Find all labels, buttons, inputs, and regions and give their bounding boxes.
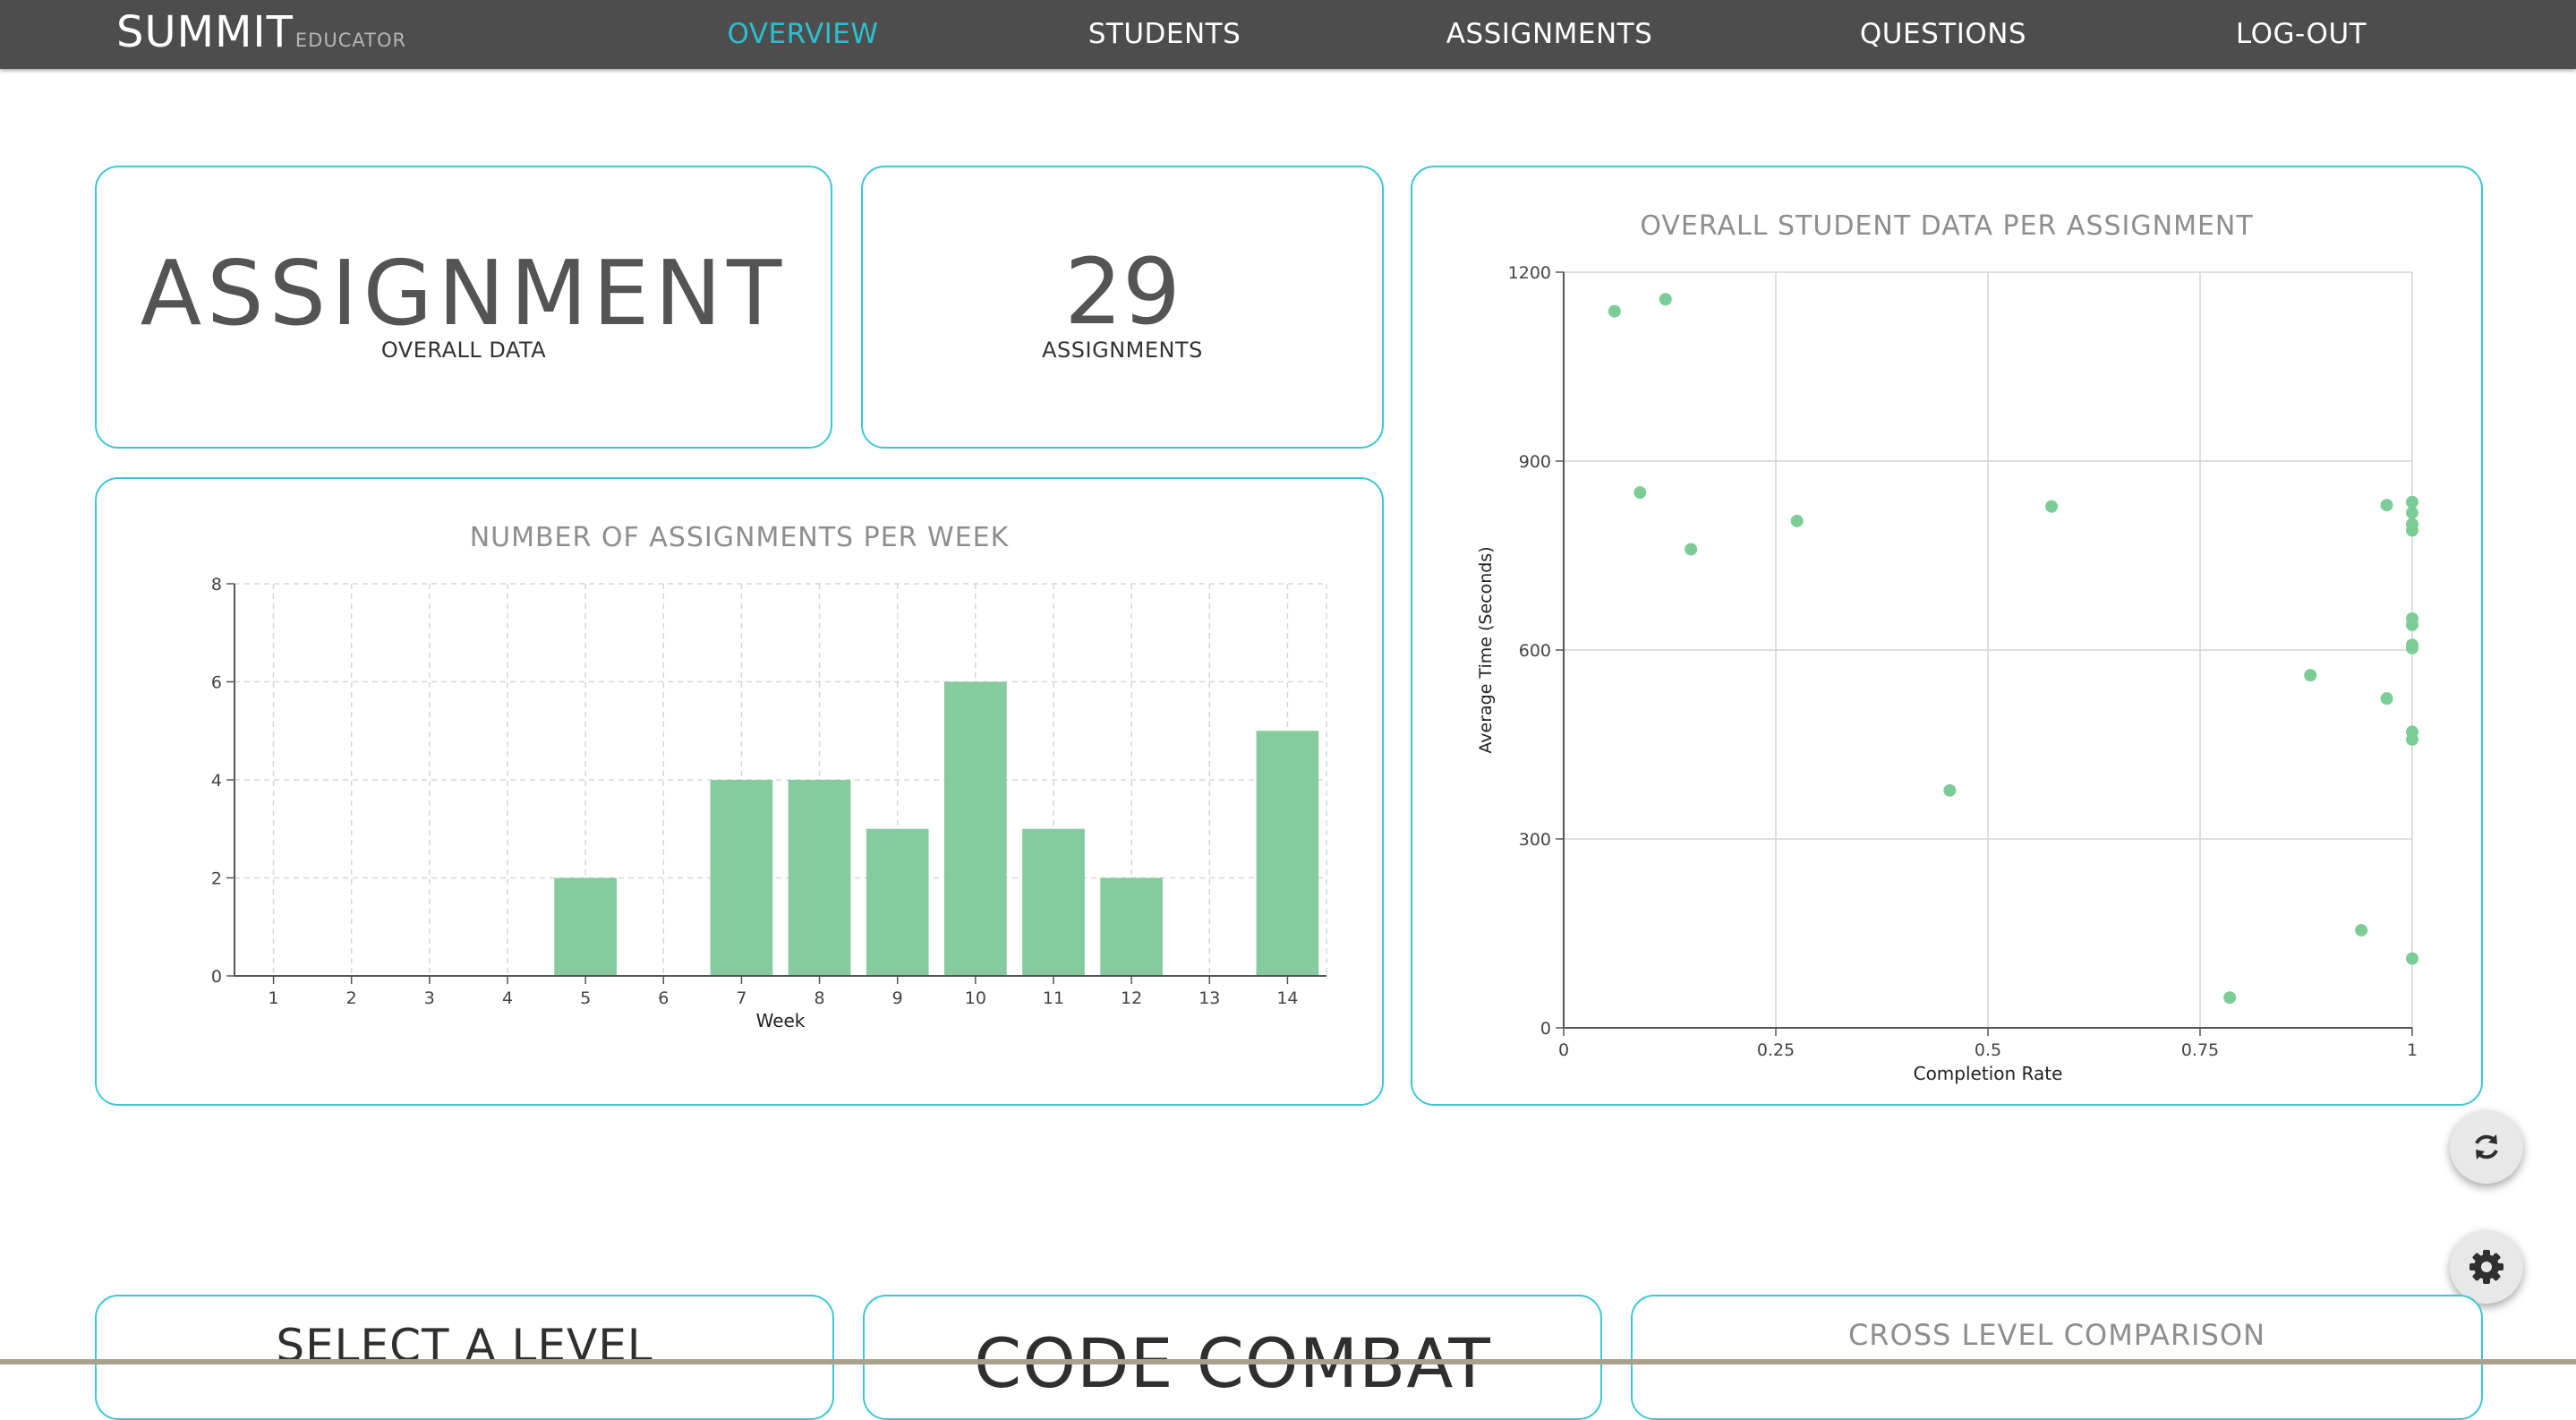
scatter-point <box>2406 506 2418 519</box>
scatter-point <box>1685 543 1698 556</box>
scatter-point <box>2380 692 2393 706</box>
bar-week-5 <box>554 877 617 976</box>
scatter-point <box>2406 952 2418 965</box>
nav-assignments[interactable]: ASSIGNMENTS <box>1446 18 1653 50</box>
bar-y-tick-label: 0 <box>211 967 222 987</box>
bar-week-14 <box>1256 731 1319 976</box>
scatter-x-tick-label: 1 <box>2407 1040 2418 1060</box>
scatter-x-tick-label: 0.75 <box>2181 1040 2219 1060</box>
scatter-point <box>2304 669 2317 682</box>
bar-x-tick-label: 8 <box>815 988 825 1008</box>
bar-week-10 <box>944 681 1007 976</box>
scatter-y-tick-label: 300 <box>1519 830 1551 850</box>
scatter-x-axis-label: Completion Rate <box>1914 1063 2063 1084</box>
scatter-point <box>2380 499 2393 512</box>
bar-x-tick-label: 12 <box>1121 988 1142 1008</box>
bar-x-tick-label: 11 <box>1043 988 1064 1008</box>
select-level-card: SELECT A LEVEL <box>95 1295 834 1420</box>
bar-week-12 <box>1100 877 1163 976</box>
bar-y-tick-label: 2 <box>211 869 222 889</box>
brand-subtitle: EDUCATOR <box>294 30 407 51</box>
scatter-y-tick-label: 900 <box>1519 452 1551 472</box>
bar-y-tick-label: 4 <box>211 771 222 791</box>
scatter-y-axis-label: Average Time (Seconds) <box>1476 546 1496 753</box>
nav-log-out[interactable]: LOG-OUT <box>2236 18 2367 50</box>
bar-y-tick-label: 8 <box>211 575 222 595</box>
bar-week-8 <box>788 780 851 976</box>
assignment-title: ASSIGNMENT <box>140 241 788 346</box>
bar-week-11 <box>1022 828 1085 976</box>
scatter-x-tick-label: 0 <box>1558 1040 1569 1060</box>
bar-x-axis-label: Week <box>756 1010 806 1031</box>
scatter-point <box>2355 923 2368 937</box>
code-combat-card: CODE COMBAT <box>863 1295 1602 1420</box>
bar-week-9 <box>866 828 929 976</box>
scatter-chart: 0 300 600 900 1200 0 0.25 0.5 0.75 1 Completion Ra… <box>1476 263 2418 1084</box>
bottom-edge <box>0 1359 2576 1364</box>
scatter-y-tick-label: 1200 <box>1508 263 1551 283</box>
top-navbar: SUMMITEDUCATOR OVERVIEW STUDENTS ASSIGNM… <box>0 0 2576 69</box>
scatter-point <box>2406 732 2418 746</box>
student-data-card: OVERALL STUDENT DATA PER ASSIGNMENT 0 300… <box>1411 166 2483 1106</box>
assignment-subtitle: OVERALL DATA <box>380 338 547 363</box>
assignment-count-label: ASSIGNMENTS <box>1042 338 1203 363</box>
scatter-point <box>1790 514 1804 527</box>
assignments-per-week-card: NUMBER OF ASSIGNMENTS PER WEEK 024681234… <box>95 477 1384 1106</box>
bar-x-tick-label: 3 <box>424 988 435 1008</box>
bar-x-tick-label: 5 <box>580 988 591 1008</box>
scatter-x-tick-label: 0.25 <box>1757 1040 1795 1060</box>
bar-x-tick-label: 9 <box>892 988 903 1008</box>
bar-chart: 024681 2 3 4 5 6 7 8 9 10 11 12 13 14Week <box>211 575 1327 1031</box>
scatter-point <box>2223 991 2237 1005</box>
nav-questions[interactable]: QUESTIONS <box>1860 18 2026 50</box>
bar-x-tick-label: 4 <box>502 988 513 1008</box>
scatter-point <box>1608 304 1621 318</box>
scatter-point <box>1943 783 1957 797</box>
nav-overview[interactable]: OVERVIEW <box>727 18 878 50</box>
scatter-point <box>2406 524 2418 537</box>
refresh-icon <box>2475 1134 2498 1159</box>
scatter-point <box>2406 495 2418 509</box>
brand-name: SUMMIT <box>116 7 294 57</box>
assignment-overall-card: ASSIGNMENT OVERALL DATA <box>95 166 832 449</box>
settings-button[interactable] <box>2450 1230 2523 1304</box>
cross-level-card: CROSS LEVEL COMPARISON <box>1631 1295 2483 1420</box>
brand-logo[interactable]: SUMMITEDUCATOR <box>116 7 406 57</box>
bar-x-tick-label: 6 <box>658 988 669 1008</box>
scatter-point <box>2045 500 2059 513</box>
bar-y-tick-label: 6 <box>211 673 222 693</box>
bar-x-tick-label: 1 <box>269 988 279 1008</box>
scatter-y-tick-label: 600 <box>1519 641 1551 661</box>
bar-x-tick-label: 2 <box>346 988 357 1008</box>
assignment-count-value: 29 <box>1064 239 1181 346</box>
cross-level-title: CROSS LEVEL COMPARISON <box>1847 1318 2266 1352</box>
scatter-point <box>2406 618 2418 631</box>
bar-x-tick-label: 7 <box>736 988 746 1008</box>
assignment-count-card: 29 ASSIGNMENTS <box>861 166 1384 449</box>
scatter-y-tick-label: 0 <box>1540 1019 1551 1039</box>
scatter-point <box>1659 293 1672 306</box>
bar-x-tick-label: 10 <box>965 988 986 1008</box>
scatter-point <box>2406 641 2418 654</box>
bar-x-tick-label: 14 <box>1276 988 1298 1008</box>
bar-week-7 <box>710 780 773 976</box>
nav-students[interactable]: STUDENTS <box>1088 18 1241 50</box>
scatter-point <box>1633 486 1647 500</box>
bar-x-tick-label: 13 <box>1198 988 1220 1008</box>
scatter-x-tick-label: 0.5 <box>1975 1040 2001 1060</box>
refresh-button[interactable] <box>2450 1110 2523 1184</box>
gear-icon <box>2469 1250 2503 1284</box>
